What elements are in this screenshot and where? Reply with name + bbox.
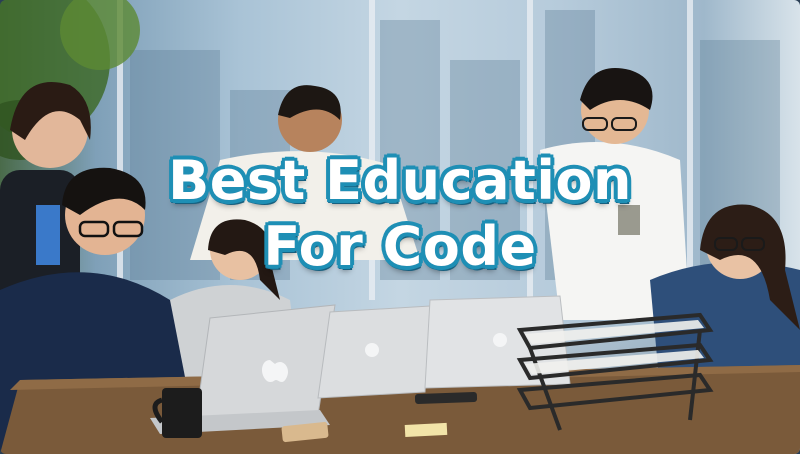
hero-banner: Best Education For Code (0, 0, 800, 454)
headline-line-2: For Code (263, 215, 537, 278)
laptop-icon (317, 305, 431, 399)
headline-line-1: Best Education (168, 149, 632, 212)
headline: Best Education For Code (0, 148, 800, 280)
mug-icon (152, 388, 202, 438)
